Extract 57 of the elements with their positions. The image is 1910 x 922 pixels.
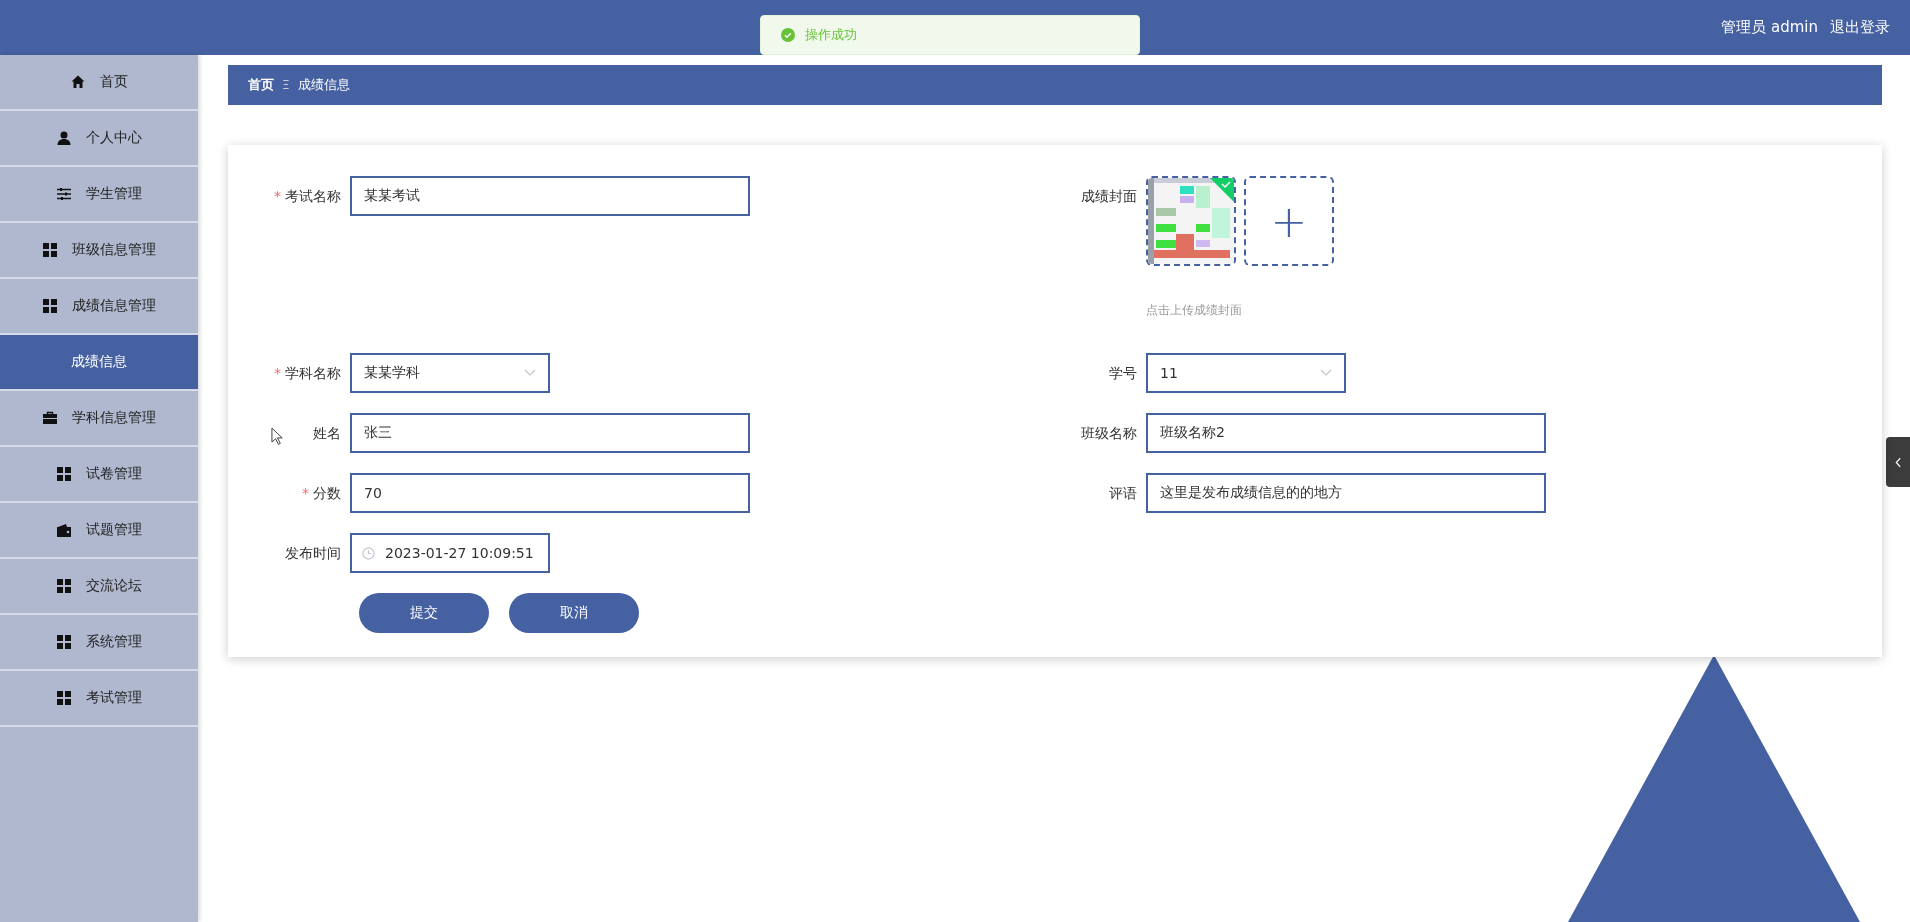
success-corner-icon [1210,178,1234,202]
upload-button[interactable]: + [1244,176,1334,266]
field-label: 学号 [1109,365,1137,381]
upload-hint: 点击上传成绩封面 [1146,302,1243,319]
input-field[interactable]: 70 [350,473,750,513]
field-label: 发布时间 [285,545,341,561]
input-field[interactable]: 张三 [350,413,750,453]
side-panel-handle[interactable] [1886,437,1910,487]
field-label: * 分数 [302,485,341,501]
breadcrumb-separator: Ξ [282,78,290,92]
sidebar-item[interactable]: 学科信息管理 [0,391,198,447]
briefcase-icon [42,410,58,426]
sidebar-item[interactable]: 班级信息管理 [0,223,198,279]
sliders-icon [56,186,72,202]
chevron-down-icon [1320,369,1332,377]
sidebar-item[interactable]: 考试管理 [0,671,198,727]
wallet-icon [56,522,72,538]
breadcrumb-link[interactable]: 成绩信息 [297,76,350,94]
field-label: 班级名称 [1081,425,1137,441]
clock-icon [362,546,375,560]
grid-icon [56,634,72,650]
success-icon [781,28,795,42]
grid-icon [56,466,72,482]
sidebar-item[interactable]: 试卷管理 [0,447,198,503]
select-field[interactable]: 11 [1146,353,1346,393]
sidebar-item[interactable]: 成绩信息 [0,335,198,391]
select-field[interactable]: 某某学科 [350,353,550,393]
logout-link[interactable]: 退出登录 [1830,18,1890,37]
input-field[interactable]: 某某考试 [350,176,750,216]
sidebar-item[interactable]: 交流论坛 [0,559,198,615]
submit-button[interactable]: 提交 [359,593,489,633]
user-icon [56,130,72,146]
cursor-icon [271,427,284,446]
grid-icon [56,690,72,706]
toast-message: 操作成功 [805,26,857,44]
breadcrumb-link[interactable]: 首页 [248,76,274,94]
field-label: * 学科名称 [274,365,341,381]
home-icon [70,74,86,90]
field-label: 成绩封面 [1081,188,1137,204]
chevron-down-icon [524,369,536,377]
chevron-left-icon [1894,456,1902,468]
grid-icon [56,578,72,594]
field-label: 评语 [1109,485,1137,501]
cancel-button[interactable]: 取消 [509,593,639,633]
grid-icon [42,242,58,258]
sidebar-item[interactable]: 学生管理 [0,167,198,223]
field-label: * 考试名称 [274,188,341,204]
field-label: 姓名 [313,425,341,441]
sidebar-item[interactable]: 系统管理 [0,615,198,671]
date-field[interactable]: 2023-01-27 10:09:51 [350,533,550,573]
input-field[interactable]: 这里是发布成绩信息的的地方 [1146,473,1546,513]
input-field[interactable]: 班级名称2 [1146,413,1546,453]
sidebar-item[interactable]: 首页 [0,55,198,111]
sidebar-item[interactable]: 个人中心 [0,111,198,167]
user-label: 管理员 admin [1721,18,1818,37]
sidebar-item[interactable]: 试题管理 [0,503,198,559]
grid-icon [42,298,58,314]
